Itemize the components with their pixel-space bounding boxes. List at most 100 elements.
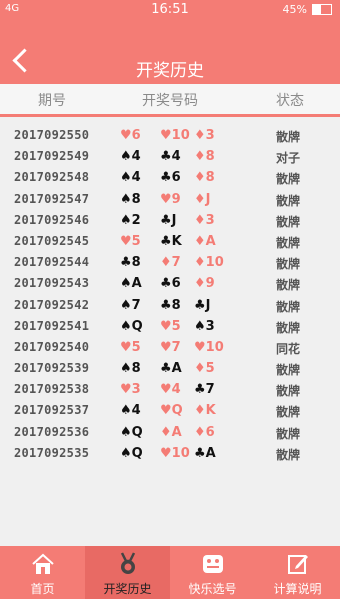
page-title: 开奖历史	[136, 61, 204, 81]
suit-icon: ♥	[120, 233, 132, 249]
period-number: 2017092544	[14, 255, 90, 270]
card: ♣8	[160, 298, 181, 313]
suit-icon: ♠	[120, 424, 132, 440]
card-rank: 3	[131, 382, 141, 398]
card-rank: 6	[205, 424, 215, 440]
table-row: 2017092549 ♠4 ♣4 ♦8 对子	[0, 147, 340, 168]
status-label: 散牌	[276, 405, 301, 420]
period-number: 2017092535	[14, 445, 90, 460]
card-rank: 4	[131, 149, 141, 165]
suit-icon: ♦	[194, 233, 206, 249]
suit-icon: ♥	[120, 339, 132, 355]
card: ♣A	[194, 446, 216, 461]
table-row: 2017092543 ♠A ♣6 ♦9 散牌	[0, 274, 340, 295]
card-rank: Q	[131, 318, 143, 334]
card: ♥5	[120, 234, 141, 249]
card-rank: 8	[205, 170, 215, 186]
column-header: 期号 开奖号码 状态	[0, 84, 340, 114]
edit-icon	[286, 552, 310, 576]
tab-home[interactable]: 首页	[0, 546, 85, 599]
card: ♦3	[194, 213, 215, 228]
period-number: 2017092542	[14, 297, 90, 312]
card-rank: 5	[171, 318, 181, 334]
suit-icon: ♥	[120, 382, 132, 398]
card-rank: Q	[171, 403, 183, 419]
period-number: 2017092545	[14, 233, 90, 248]
card-rank: 10	[205, 255, 224, 271]
card: ♠4	[120, 403, 141, 418]
card: ♦6	[194, 425, 215, 440]
period-number: 2017092548	[14, 170, 90, 185]
tab-edit[interactable]: 计算说明	[255, 546, 340, 599]
card: ♥9	[160, 192, 181, 207]
card: ♦A	[160, 425, 182, 440]
card-rank: 5	[131, 233, 141, 249]
suit-icon: ♥	[160, 128, 172, 143]
period-number: 2017092549	[14, 149, 90, 164]
suit-icon: ♣	[194, 297, 206, 313]
column-numbers: 开奖号码	[142, 93, 198, 109]
status-right: 45%	[283, 3, 332, 16]
period-number: 2017092538	[14, 382, 90, 397]
card-rank: 8	[131, 361, 141, 377]
status-label: 散牌	[276, 172, 301, 187]
period-number: 2017092550	[14, 128, 90, 142]
status-bar: 4G 16:51 45%	[0, 0, 340, 20]
period-number: 2017092540	[14, 339, 90, 354]
period-number: 2017092536	[14, 424, 90, 439]
suit-icon: ♣	[160, 170, 172, 186]
table-row: 2017092548 ♠4 ♣6 ♦8 散牌	[0, 168, 340, 189]
suit-icon: ♥	[160, 403, 172, 419]
card-rank: 7	[171, 339, 181, 355]
suit-icon: ♣	[194, 445, 206, 461]
table-row: 2017092540 ♥5 ♥7 ♥10 同花	[0, 338, 340, 359]
tab-dice[interactable]: 快乐选号	[170, 546, 255, 599]
column-period: 期号	[38, 93, 66, 109]
home-icon	[31, 552, 55, 576]
medal-icon	[116, 552, 140, 576]
tab-medal[interactable]: 开奖历史	[85, 546, 170, 599]
card: ♠3	[194, 319, 215, 334]
card: ♠2	[120, 213, 141, 228]
table-row: 2017092544 ♣8 ♦7 ♦10 散牌	[0, 253, 340, 274]
suit-icon: ♠	[120, 170, 132, 186]
card-rank: A	[171, 361, 182, 377]
tab-label: 快乐选号	[188, 582, 237, 596]
status-label: 散牌	[276, 447, 301, 462]
card: ♦7	[160, 255, 181, 270]
status-label: 散牌	[276, 235, 301, 250]
suit-icon: ♥	[160, 191, 172, 207]
suit-icon: ♠	[120, 403, 132, 419]
card-rank: 10	[205, 339, 224, 355]
card-rank: 3	[205, 212, 215, 228]
suit-icon: ♠	[120, 191, 132, 207]
table-row: 2017092542 ♠7 ♣8 ♣J 散牌	[0, 296, 340, 317]
card: ♠8	[120, 192, 141, 207]
card: ♣J	[160, 213, 177, 228]
table-row: 2017092536 ♠Q ♦A ♦6 散牌	[0, 423, 340, 444]
card: ♦8	[194, 149, 215, 164]
card: ♥7	[160, 340, 181, 355]
suit-icon: ♣	[160, 149, 172, 165]
suit-icon: ♠	[120, 318, 132, 334]
bottom-tab-bar: 首页 开奖历史 快乐选号 计算说明	[0, 546, 340, 599]
card-rank: A	[171, 424, 182, 440]
card-rank: A	[205, 233, 216, 249]
suit-icon: ♣	[194, 382, 206, 398]
card-rank: 4	[131, 403, 141, 419]
suit-icon: ♣	[160, 297, 172, 313]
card: ♦5	[194, 361, 215, 376]
status-label: 散牌	[276, 299, 301, 314]
table-row: 2017092545 ♥5 ♣K ♦A 散牌	[0, 232, 340, 253]
card: ♠A	[120, 276, 142, 291]
card-rank: 10	[171, 128, 190, 143]
status-label: 对子	[276, 151, 301, 166]
suit-icon: ♦	[194, 170, 206, 186]
table-row: 2017092538 ♥3 ♥4 ♣7 散牌	[0, 380, 340, 401]
card: ♦A	[194, 234, 216, 249]
card-rank: 2	[131, 212, 141, 228]
suit-icon: ♠	[120, 361, 132, 377]
card: ♦J	[194, 192, 211, 207]
status-label: 散牌	[276, 278, 301, 293]
battery-percent: 45%	[282, 3, 307, 16]
